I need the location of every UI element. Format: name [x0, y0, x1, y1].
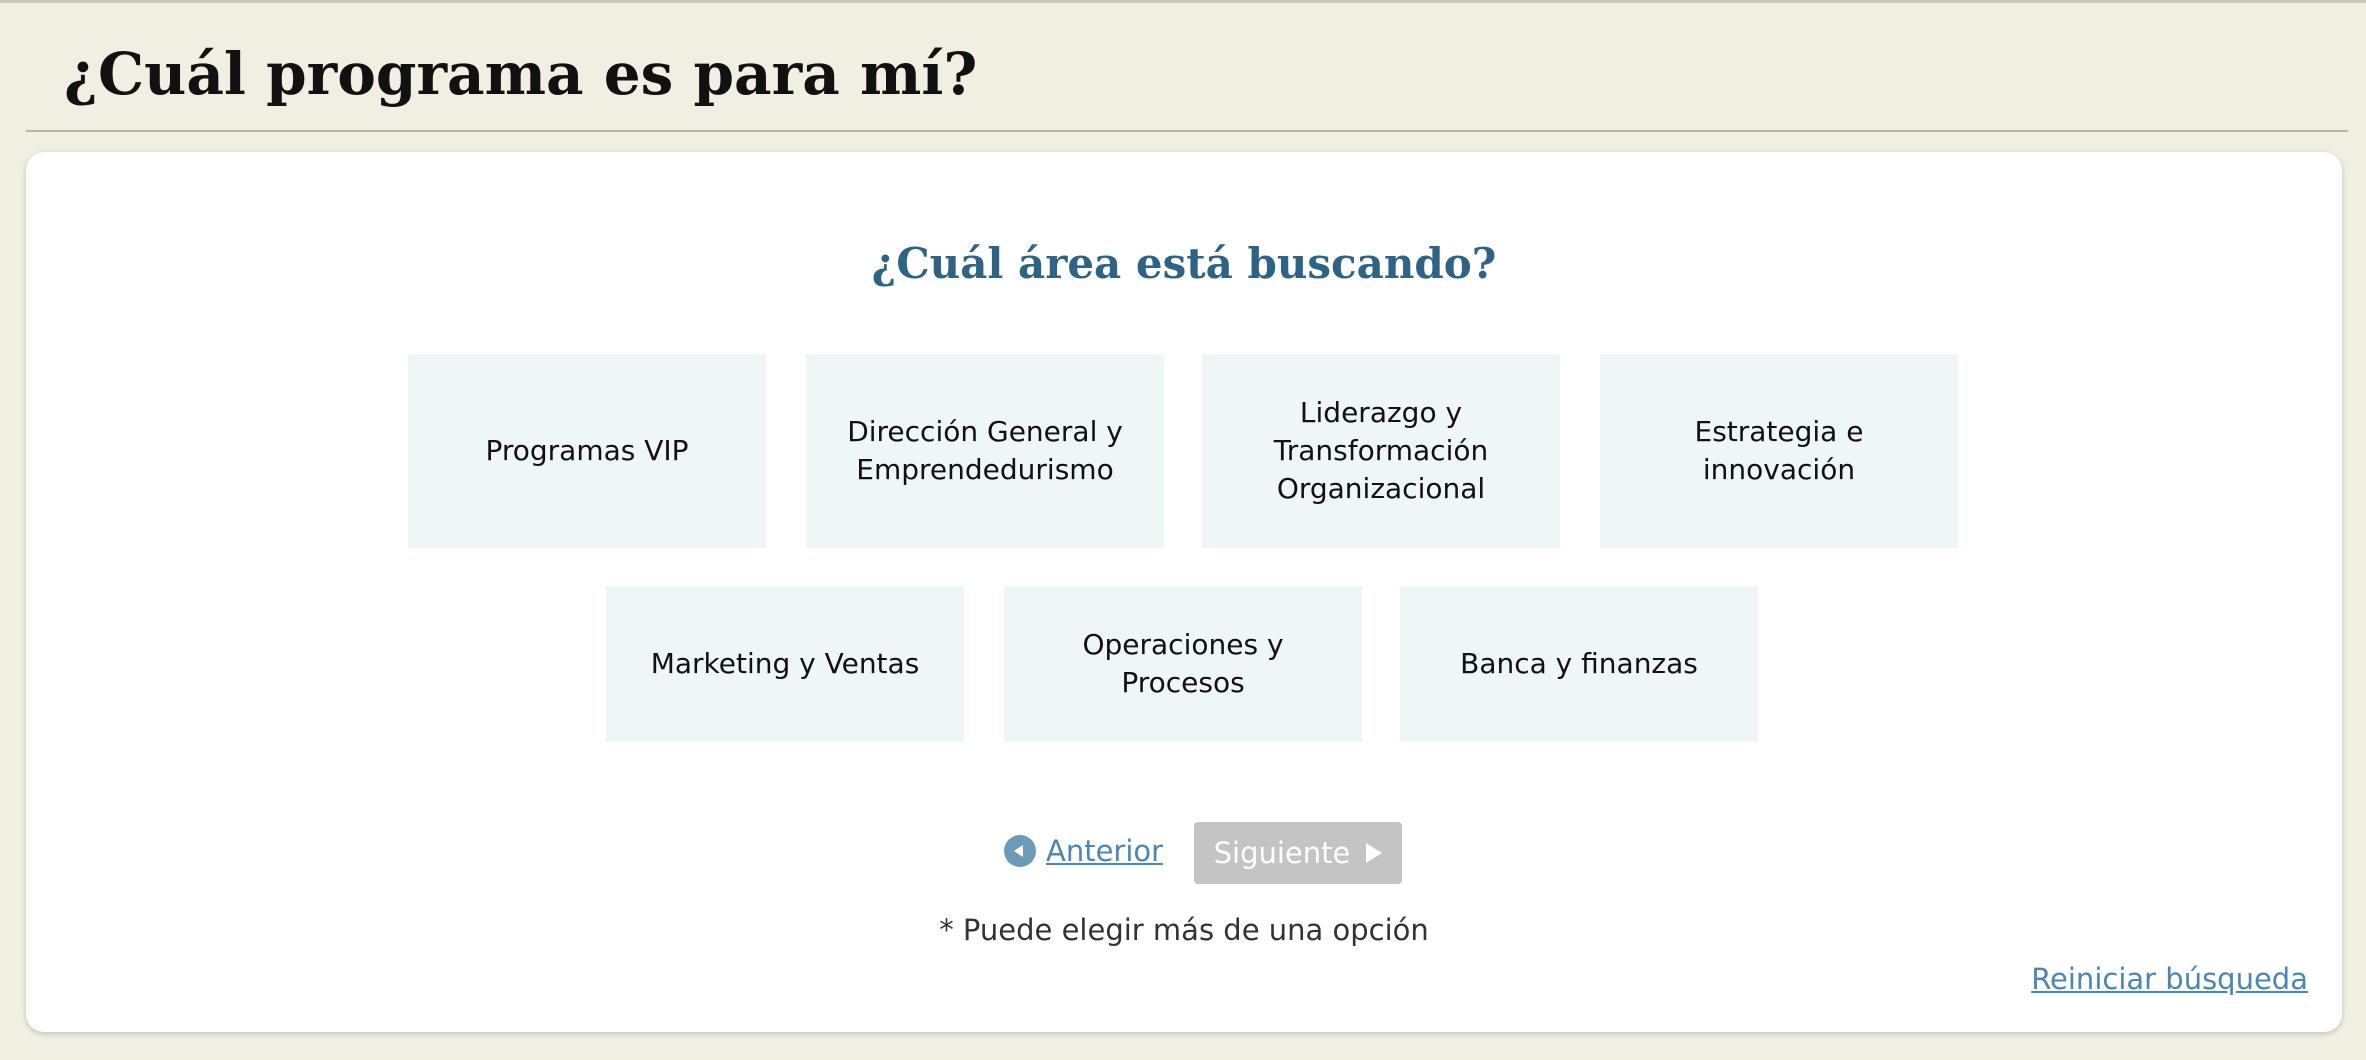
previous-link[interactable]: Anterior: [1004, 828, 1163, 874]
question-heading: ¿Cuál área está buscando?: [871, 239, 1497, 288]
reset-search-link[interactable]: Reiniciar búsqueda: [2031, 960, 2308, 998]
option-label: Programas VIP: [485, 434, 689, 467]
previous-label: Anterior: [1046, 834, 1164, 868]
quiz-card: ¿Cuál área está buscando? Programas VIP …: [26, 152, 2342, 1032]
page-title: ¿Cuál programa es para mí?: [64, 40, 978, 108]
next-label: Siguiente: [1213, 836, 1351, 870]
option-direccion-general[interactable]: Dirección General y Emprendedurismo: [806, 354, 1164, 548]
option-label: Estrategia e innovación: [1694, 415, 1864, 486]
multi-select-hint: * Puede elegir más de una opción: [939, 913, 1429, 947]
option-banca-finanzas[interactable]: Banca y finanzas: [1400, 586, 1758, 742]
option-programas-vip[interactable]: Programas VIP: [408, 354, 766, 548]
page-header: ¿Cuál programa es para mí?: [26, 0, 2348, 132]
option-operaciones[interactable]: Operaciones y Procesos: [1004, 586, 1362, 742]
option-label: Liderazgo y Transformación Organizaciona…: [1273, 396, 1489, 505]
option-label: Dirección General y Emprendedurismo: [847, 415, 1123, 486]
option-label: Marketing y Ventas: [650, 647, 920, 680]
option-estrategia[interactable]: Estrategia e innovación: [1600, 354, 1958, 548]
option-label: Operaciones y Procesos: [1082, 628, 1284, 699]
option-label: Banca y finanzas: [1460, 647, 1698, 680]
option-marketing-ventas[interactable]: Marketing y Ventas: [606, 586, 964, 742]
circle-arrow-left-icon: [1004, 835, 1036, 867]
option-liderazgo[interactable]: Liderazgo y Transformación Organizaciona…: [1202, 354, 1560, 548]
triangle-right-icon: [1366, 843, 1383, 863]
next-button[interactable]: Siguiente: [1194, 822, 1402, 884]
